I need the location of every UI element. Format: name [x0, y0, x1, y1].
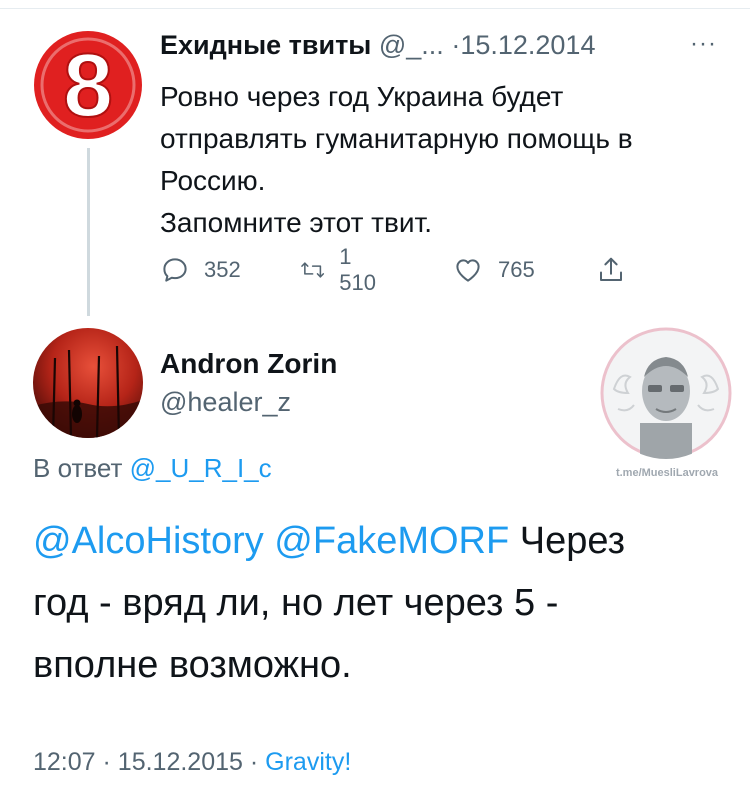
avatar-glyph: 8 — [63, 36, 113, 136]
avatar-andron-zorin[interactable] — [33, 328, 143, 438]
reply-count: 352 — [204, 257, 241, 282]
reply-text-line: вполне возможно. — [33, 644, 352, 686]
reply-text-line: год - вряд ли, но лет через 5 - — [33, 582, 559, 624]
reply-icon — [163, 258, 187, 282]
heart-icon — [456, 259, 480, 282]
parent-tweet-header: Ехидные твиты @_... ·15.12.2014 — [160, 30, 595, 61]
parent-tweet-date[interactable]: 15.12.2014 — [460, 30, 595, 60]
reply-time[interactable]: 12:07 — [33, 748, 96, 776]
more-options-icon[interactable]: ··· — [690, 30, 717, 58]
reply-to-line: В ответ @_U_R_I_c — [33, 453, 272, 484]
parent-author-name[interactable]: Ехидные твиты — [160, 30, 371, 60]
reply-to-label: В ответ — [33, 453, 123, 483]
watermark-portrait — [600, 327, 732, 459]
retweet-count: 1 510 — [339, 244, 376, 295]
parent-author-handle[interactable]: @_... — [379, 30, 444, 60]
reply-author-name[interactable]: Andron Zorin — [160, 348, 337, 380]
reply-tweet-meta: 12:07 · 15.12.2015 · Gravity! — [33, 748, 351, 777]
parent-text-line: Ровно через год Украина будет — [160, 81, 564, 112]
retweet-button[interactable]: 1 510 — [300, 244, 383, 295]
share-button[interactable] — [596, 250, 626, 290]
top-divider — [0, 8, 750, 9]
header-separator: · — [451, 30, 461, 60]
reply-date[interactable]: 15.12.2015 — [118, 748, 243, 776]
watermark-portrait-icon — [600, 327, 732, 459]
avatar-ekhidnye-tvity[interactable]: 8 — [33, 30, 143, 140]
reply-text-line: @AlcoHistory @FakeMORF Через — [33, 510, 733, 572]
mention-links[interactable]: @AlcoHistory @FakeMORF — [33, 520, 509, 562]
reply-to-handle-link[interactable]: @_U_R_I_c — [130, 453, 272, 483]
avatar-photo-icon — [33, 328, 143, 438]
retweet-icon — [301, 262, 325, 278]
reply-button[interactable]: 352 — [160, 250, 241, 290]
reply-author-handle[interactable]: @healer_z — [160, 387, 291, 418]
parent-tweet-text: Ровно через год Украина будет отправлять… — [160, 76, 730, 244]
parent-text-line: Запомните этот твит. — [160, 207, 433, 238]
parent-text-line: Россию. — [160, 165, 266, 196]
parent-text-line: отправлять гуманитарную помощь в — [160, 123, 633, 154]
reply-text-segment: Через — [509, 520, 626, 562]
thread-connector — [87, 148, 90, 316]
watermark-caption: t.me/MuesliLavrova — [615, 467, 719, 479]
meta-separator: · — [102, 748, 111, 776]
like-button[interactable]: 765 — [452, 250, 535, 290]
like-count: 765 — [498, 257, 535, 282]
tweet-source-link[interactable]: Gravity! — [265, 748, 351, 776]
reply-tweet-text: @AlcoHistory @FakeMORF Через год - вряд … — [33, 510, 733, 696]
meta-separator: · — [249, 748, 259, 776]
share-icon — [600, 257, 622, 281]
avatar-logo-icon: 8 — [34, 31, 142, 139]
